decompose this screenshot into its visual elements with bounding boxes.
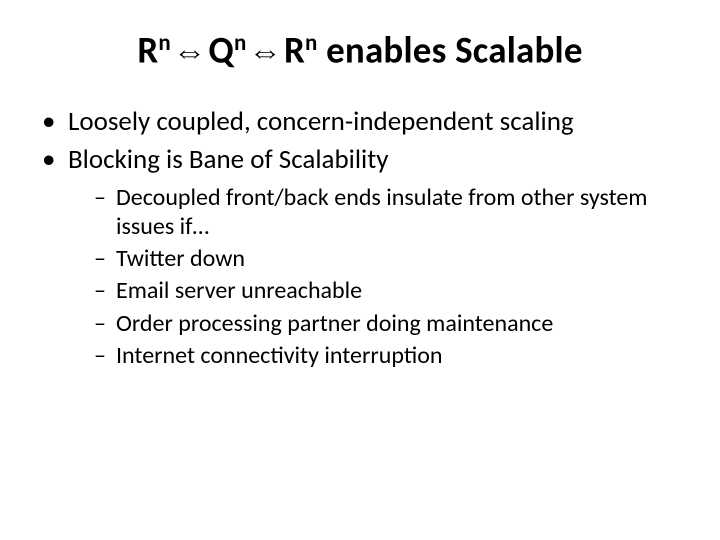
double-arrow-icon: ⇔ [248, 35, 282, 68]
bullet-list: Loosely coupled, concern-independent sca… [36, 105, 684, 370]
sub-bullet-list: Decoupled front/back ends insulate from … [68, 183, 684, 371]
list-item: Decoupled front/back ends insulate from … [94, 183, 684, 242]
list-item: Loosely coupled, concern-independent sca… [42, 105, 684, 139]
title-sup-2: n [234, 29, 247, 57]
list-item: Twitter down [94, 244, 684, 273]
title-seg-r2: R [284, 27, 305, 72]
sub-bullet-text: Twitter down [116, 244, 245, 273]
sub-bullet-text: Email server unreachable [116, 276, 362, 305]
list-item: Email server unreachable [94, 276, 684, 305]
sub-bullet-text: Order processing partner doing maintenan… [116, 309, 553, 338]
bullet-text: Blocking is Bane of Scalability [68, 143, 389, 176]
slide: Rn⇔Qn⇔Rn enables Scalable Loosely couple… [0, 0, 720, 540]
title-seg-q: Q [208, 27, 234, 72]
sub-bullet-text: Decoupled front/back ends insulate from … [116, 183, 647, 241]
slide-title: Rn⇔Qn⇔Rn enables Scalable [36, 30, 684, 71]
sub-bullet-text: Internet connectivity interruption [116, 341, 442, 370]
double-arrow-icon: ⇔ [173, 35, 207, 68]
list-item: Internet connectivity interruption [94, 341, 684, 370]
list-item: Blocking is Bane of Scalability Decouple… [42, 143, 684, 370]
list-item: Order processing partner doing maintenan… [94, 309, 684, 338]
title-seg-r1: R [137, 27, 158, 72]
title-rest: enables Scalable [318, 27, 583, 72]
title-sup-1: n [158, 29, 171, 57]
title-sup-3: n [305, 29, 318, 57]
bullet-text: Loosely coupled, concern-independent sca… [68, 105, 574, 138]
